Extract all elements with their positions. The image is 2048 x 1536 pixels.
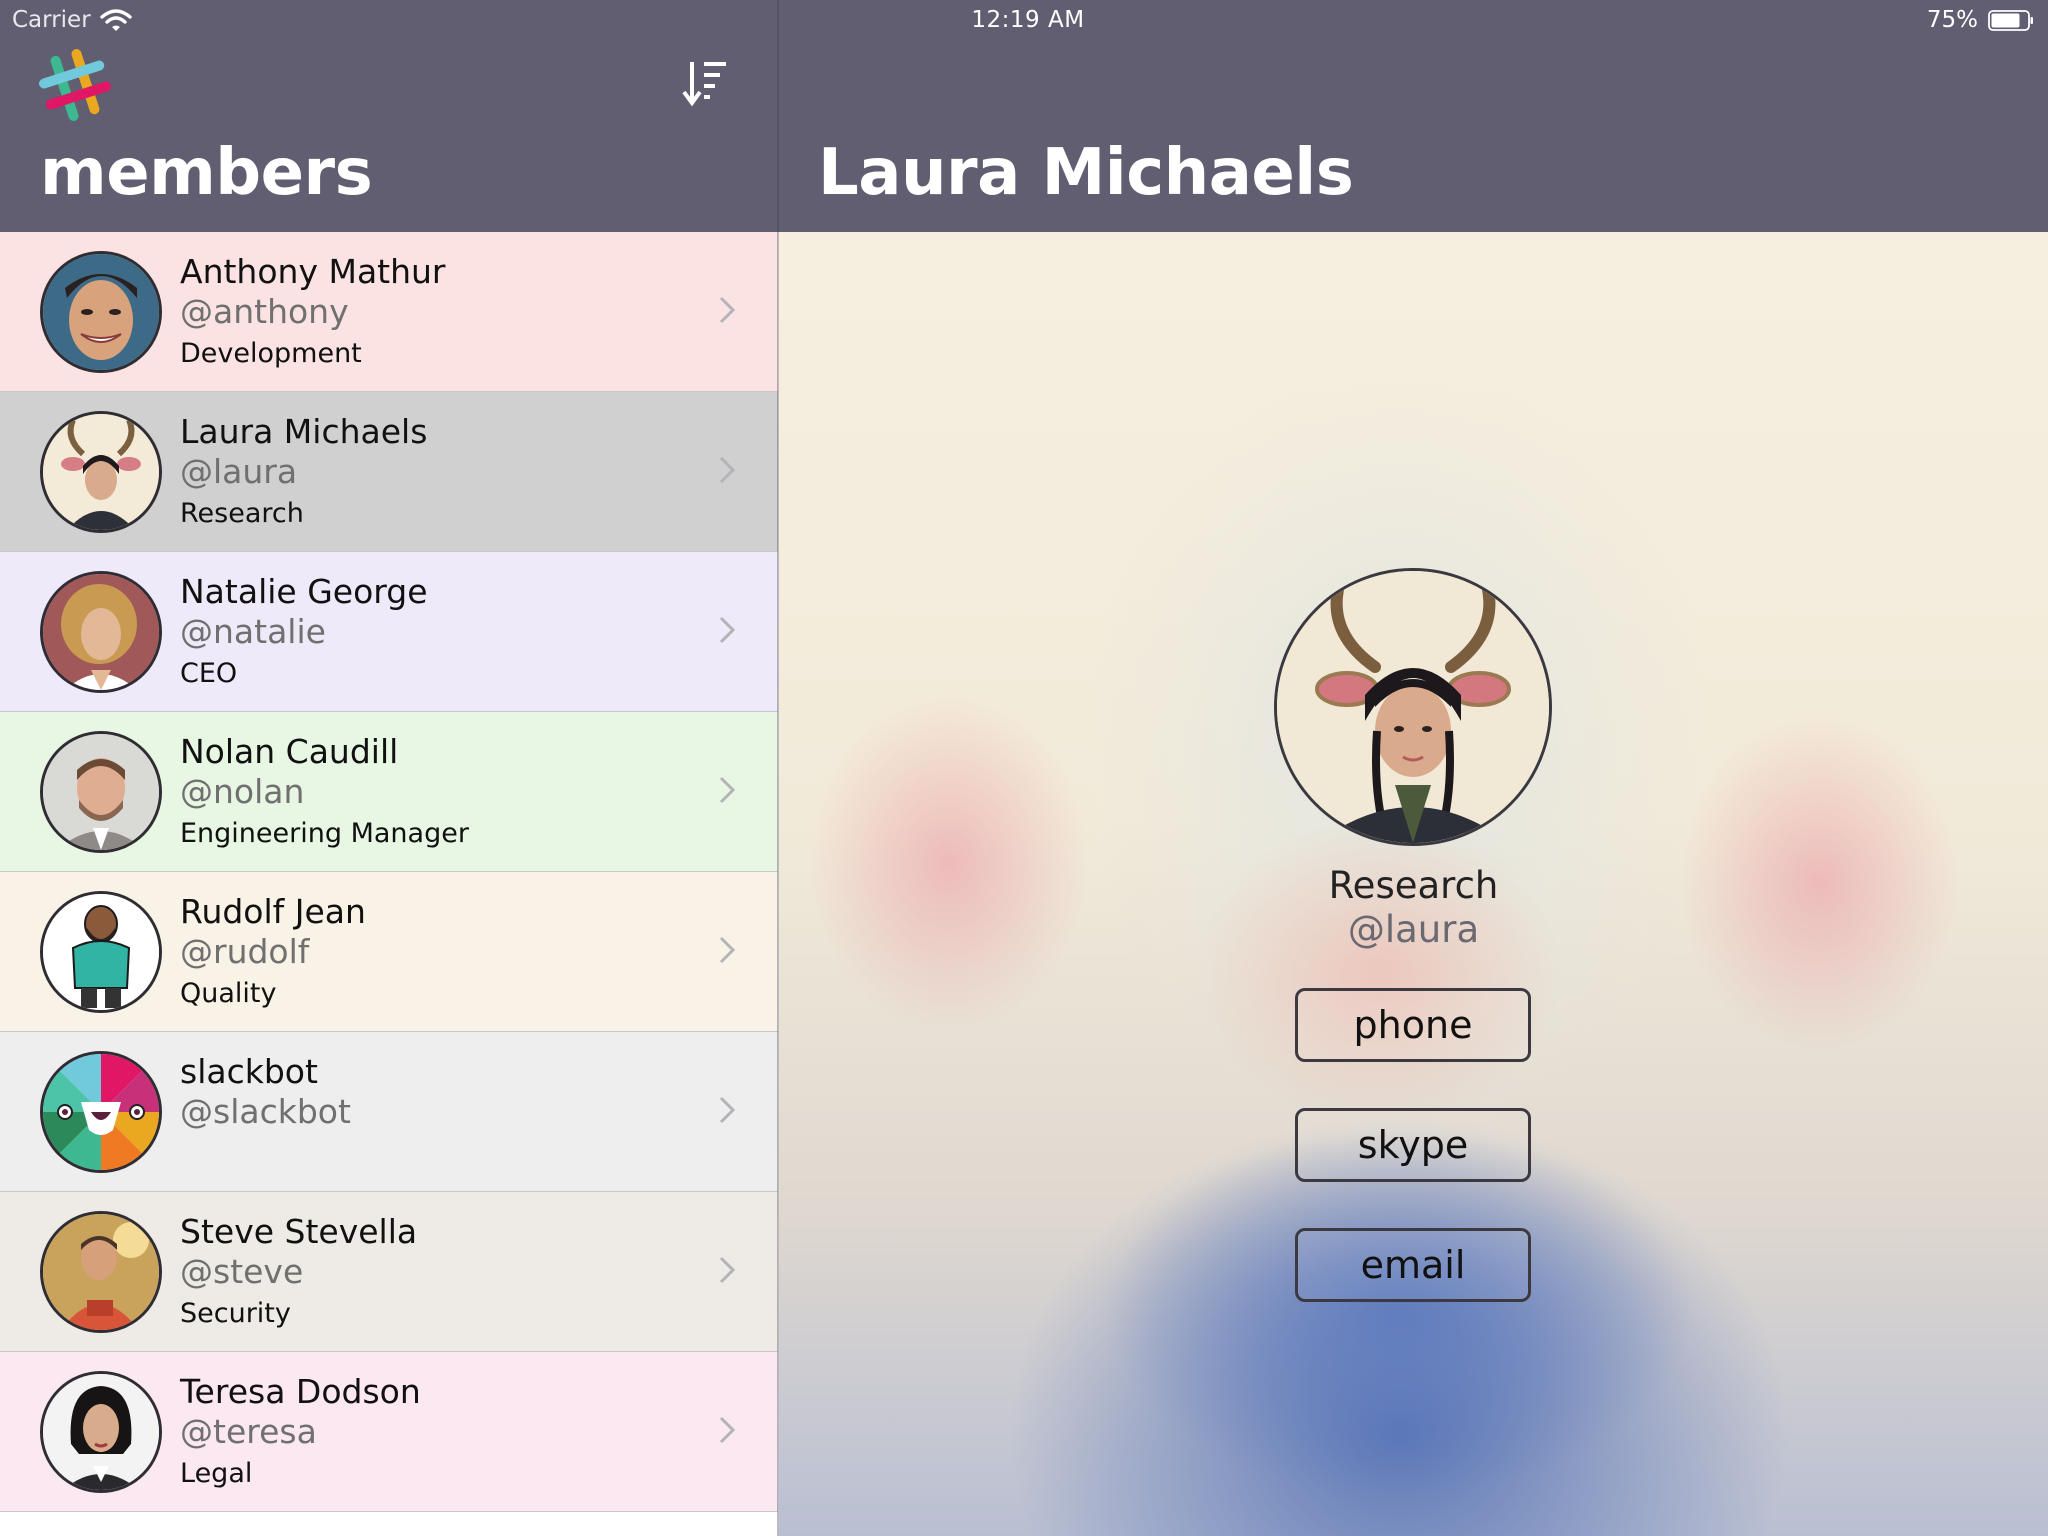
member-title: Legal: [180, 1458, 253, 1489]
member-name: Laura Michaels: [180, 412, 428, 451]
member-name: Nolan Caudill: [180, 732, 399, 771]
member-name: Anthony Mathur: [180, 252, 446, 291]
slack-logo-icon[interactable]: [38, 48, 112, 122]
member-row-rudolf[interactable]: Rudolf Jean @rudolf Quality: [0, 872, 778, 1032]
avatar-rudolf: [40, 891, 162, 1013]
chevron-right-icon: [719, 1416, 736, 1444]
avatar-laura: [40, 411, 162, 533]
member-row-natalie[interactable]: Natalie George @natalie CEO: [0, 552, 778, 712]
app-root: Carrier 12:19 AM 75% members Laura Micha…: [0, 0, 2048, 1536]
avatar-steve: [40, 1211, 162, 1333]
member-row-nolan[interactable]: Nolan Caudill @nolan Engineering Manager: [0, 712, 778, 872]
skype-button[interactable]: skype: [1295, 1108, 1531, 1182]
chevron-right-icon: [719, 456, 736, 484]
sort-icon[interactable]: [682, 58, 728, 108]
member-title: Engineering Manager: [180, 818, 469, 849]
member-handle: @slackbot: [180, 1092, 351, 1131]
member-list: Anthony Mathur @anthony Development Laur…: [0, 232, 778, 1536]
member-row-slackbot[interactable]: slackbot @slackbot: [0, 1032, 778, 1192]
avatar-teresa: [40, 1371, 162, 1493]
status-time: 12:19 AM: [971, 7, 1085, 33]
member-title: Security: [180, 1298, 291, 1329]
detail-pane: Research @laura phone skype email: [779, 232, 2048, 1536]
chevron-right-icon: [719, 776, 736, 804]
member-title: Research: [180, 498, 304, 529]
chevron-right-icon: [719, 1096, 736, 1124]
member-title: Development: [180, 338, 362, 369]
member-row-steve[interactable]: Steve Stevella @steve Security: [0, 1192, 778, 1352]
member-name: slackbot: [180, 1052, 318, 1091]
member-row-laura[interactable]: Laura Michaels @laura Research: [0, 392, 778, 552]
detail-department: Research: [1328, 864, 1499, 907]
chevron-right-icon: [719, 936, 736, 964]
phone-button[interactable]: phone: [1295, 988, 1531, 1062]
avatar-nolan: [40, 731, 162, 853]
member-name: Natalie George: [180, 572, 428, 611]
member-title: CEO: [180, 658, 238, 689]
member-handle: @rudolf: [180, 932, 310, 971]
navigation-header: Carrier 12:19 AM 75% members Laura Micha…: [0, 0, 2048, 232]
member-name: Teresa Dodson: [180, 1372, 421, 1411]
detail-avatar: [1274, 568, 1552, 846]
members-title: members: [40, 136, 373, 210]
detail-title: Laura Michaels: [818, 136, 1354, 210]
detail-handle: @laura: [1347, 908, 1480, 951]
member-handle: @anthony: [180, 292, 349, 331]
member-row-teresa[interactable]: Teresa Dodson @teresa Legal: [0, 1352, 778, 1512]
member-name: Steve Stevella: [180, 1212, 418, 1251]
battery-icon: [1988, 10, 2033, 31]
member-row-anthony[interactable]: Anthony Mathur @anthony Development: [0, 232, 778, 392]
member-title: Quality: [180, 978, 277, 1009]
avatar-anthony: [40, 251, 162, 373]
battery-percentage: 75%: [1926, 7, 1978, 33]
member-handle: @teresa: [180, 1412, 317, 1451]
chevron-right-icon: [719, 296, 736, 324]
email-button[interactable]: email: [1295, 1228, 1531, 1302]
member-handle: @nolan: [180, 772, 305, 811]
member-handle: @laura: [180, 452, 298, 491]
member-handle: @steve: [180, 1252, 304, 1291]
member-name: Rudolf Jean: [180, 892, 366, 931]
member-handle: @natalie: [180, 612, 326, 651]
chevron-right-icon: [719, 616, 736, 644]
avatar-slackbot: [40, 1051, 162, 1173]
avatar-natalie: [40, 571, 162, 693]
chevron-right-icon: [719, 1256, 736, 1284]
